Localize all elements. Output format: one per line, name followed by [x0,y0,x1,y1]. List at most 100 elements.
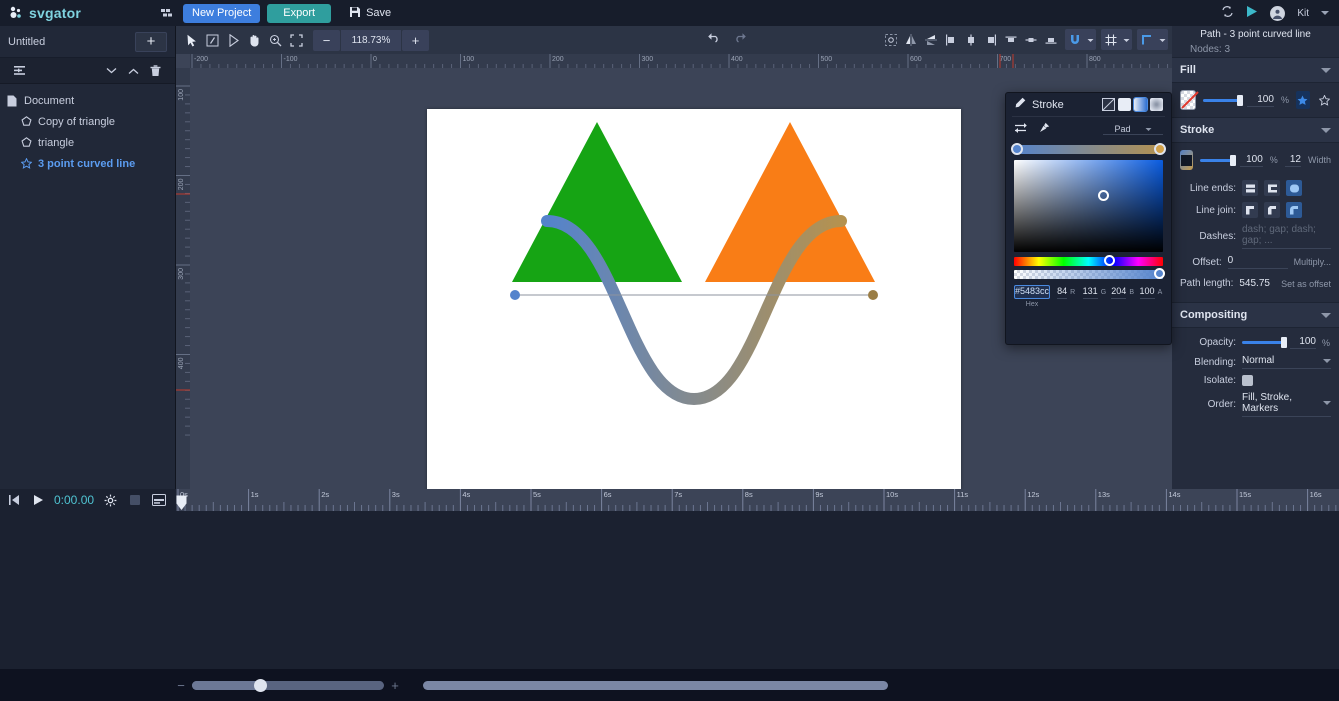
no-paint-mode-button[interactable] [1102,98,1115,111]
section-stroke[interactable]: Stroke [1172,117,1339,143]
gear-icon[interactable] [103,493,118,508]
dashes-input[interactable]: dash; gap; dash; gap; ... [1242,224,1331,249]
a-field[interactable]: 100 A [1139,285,1163,309]
fill-opacity-value[interactable]: 100 [1247,94,1274,107]
stop-icon[interactable] [127,493,142,508]
swap-stops-icon[interactable] [1014,122,1028,137]
hand-icon[interactable] [244,30,265,51]
stroke-opacity-slider[interactable] [1200,154,1236,166]
chevron-down-icon[interactable] [1084,34,1096,46]
blending-select[interactable]: Normal [1242,355,1331,369]
zoom-in-button[interactable]: + [402,29,429,51]
slider-knob[interactable] [1237,94,1244,106]
a-value[interactable]: 100 [1139,286,1155,299]
align-right-icon[interactable] [981,29,1000,50]
stroke-opacity-value[interactable]: 100 [1239,154,1263,167]
grid-icon[interactable] [159,5,175,21]
isolate-checkbox[interactable] [1242,375,1253,386]
r-value[interactable]: 84 [1057,286,1068,299]
pen-node-icon[interactable] [223,30,244,51]
chevron-up-icon[interactable] [122,60,144,82]
layer-row-triangle[interactable]: triangle [0,132,175,153]
b-value[interactable]: 204 [1111,286,1127,299]
alpha-knob[interactable] [1154,268,1165,279]
b-field[interactable]: 204 B [1111,285,1135,309]
timeline-zoom-in-button[interactable]: + [384,678,406,693]
frame-export-icon[interactable] [151,493,166,508]
chevron-down-icon[interactable] [1321,312,1331,318]
g-field[interactable]: 131 G [1082,285,1106,309]
guides-group[interactable] [1137,29,1168,50]
color-picker-popup[interactable]: Stroke Pad #5483cc Hex 84 R 131 G 204 B … [1005,92,1172,345]
magnet-snap-icon[interactable] [1065,29,1084,50]
join-miter-icon[interactable] [1242,202,1258,218]
current-time[interactable]: 0:00.00 [54,493,94,507]
layer-row-document[interactable]: Document [0,90,175,111]
chevron-down-icon[interactable] [1321,11,1329,15]
multiply-link[interactable]: Multiply... [1294,257,1331,267]
artboard[interactable] [427,109,961,489]
timeline-zoom-out-button[interactable]: − [170,678,192,693]
undo-icon[interactable] [706,31,721,46]
cap-round-icon[interactable] [1286,180,1302,196]
g-value[interactable]: 131 [1082,286,1098,299]
flip-vertical-icon[interactable] [921,29,940,50]
zoom-slider-knob[interactable] [254,678,267,692]
ruler-horizontal[interactable]: -200 -100 0 100 200 300 400 500 600 700 800 [190,54,1172,68]
fit-screen-icon[interactable] [286,30,307,51]
timeline-zoom-slider[interactable] [192,678,384,692]
skip-start-icon[interactable] [6,493,21,508]
redo-icon[interactable] [733,31,748,46]
chevron-down-icon[interactable] [100,60,122,82]
transform-icon[interactable] [202,30,223,51]
ruler-vertical[interactable]: 100 200 300 400 [176,68,190,489]
align-left-icon[interactable] [941,29,960,50]
list-options-icon[interactable] [9,60,31,82]
slider-knob[interactable] [1281,337,1287,348]
star-filled-icon[interactable] [1295,91,1310,109]
save-button[interactable]: Save [349,6,391,21]
new-project-button[interactable]: New Project [183,3,261,23]
gradient-stop-end[interactable] [1154,143,1166,155]
add-layer-button[interactable]: + [135,31,167,52]
set-as-offset-link[interactable]: Set as offset [1281,279,1331,289]
saturation-value-area[interactable] [1014,160,1163,252]
gradient-stop-start[interactable] [1011,143,1023,155]
zoom-icon[interactable] [265,30,286,51]
timeline-ruler[interactable]: 0s 1s 2s 3s 4s 5s 6s 7s 8s 9s 10s 11s 12s 13s 14s 15s 16… [176,489,1339,511]
stroke-width-value[interactable]: 12 [1284,154,1301,167]
hex-value[interactable]: #5483cc [1014,285,1051,299]
alpha-slider[interactable] [1014,268,1165,279]
offset-input[interactable]: 0 [1227,255,1288,269]
avatar[interactable] [1270,5,1286,21]
opacity-value[interactable]: 100 [1290,336,1316,349]
select-arrow-icon[interactable] [181,30,202,51]
r-field[interactable]: 84 R [1054,285,1078,309]
solid-paint-mode-button[interactable] [1118,98,1131,111]
play-icon[interactable] [30,493,45,508]
hue-knob[interactable] [1104,255,1115,266]
pin-icon[interactable] [1038,122,1050,137]
brand-logo[interactable]: svgator [0,5,155,21]
zoom-out-button[interactable]: − [313,29,340,51]
cap-butt-icon[interactable] [1242,180,1258,196]
chevron-down-icon[interactable] [1321,127,1331,133]
align-bottom-icon[interactable] [1041,29,1060,50]
order-select[interactable]: Fill, Stroke, Markers [1242,392,1331,417]
fill-swatch-none[interactable] [1180,90,1199,110]
export-button[interactable]: Export [267,3,332,23]
slider-knob[interactable] [1229,154,1236,166]
grid-snap-icon[interactable] [1101,29,1120,50]
stroke-swatch-gradient[interactable] [1180,150,1194,170]
gradient-stops-bar[interactable] [1011,143,1166,155]
section-compositing[interactable]: Compositing [1172,302,1339,328]
align-middle-v-icon[interactable] [1021,29,1040,50]
sync-icon[interactable] [1221,5,1234,21]
gradient-spread-select[interactable]: Pad [1103,124,1163,135]
linear-gradient-mode-button[interactable] [1133,97,1148,112]
layer-row-3-point-curved-line[interactable]: 3 point curved line [0,153,175,174]
align-center-h-icon[interactable] [961,29,980,50]
fill-opacity-slider[interactable] [1203,94,1244,106]
chevron-down-icon[interactable] [1156,34,1168,46]
align-top-icon[interactable] [1001,29,1020,50]
